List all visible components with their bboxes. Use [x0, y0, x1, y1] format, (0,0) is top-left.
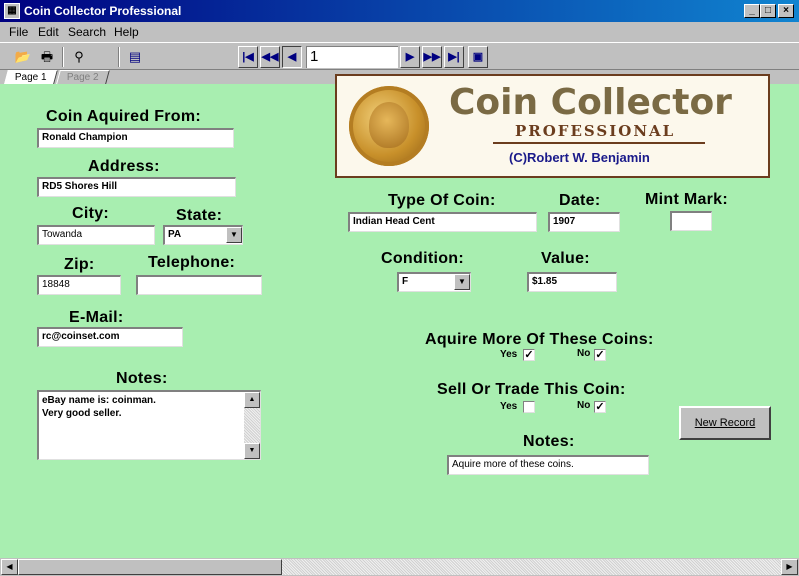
- print-icon[interactable]: 🖶: [36, 46, 58, 68]
- toolbar-separator: [62, 47, 64, 67]
- properties-icon[interactable]: ▣: [468, 46, 488, 68]
- chevron-down-icon[interactable]: ▼: [226, 227, 242, 243]
- type-of-coin-label: Type Of Coin:: [388, 192, 496, 209]
- sell-no-label: No: [577, 400, 591, 411]
- last-record-icon[interactable]: ▶|: [444, 46, 464, 68]
- value-field[interactable]: $1.85: [527, 272, 617, 292]
- tab-page-1-label: Page 1: [14, 72, 47, 83]
- scroll-up-icon[interactable]: ▲: [244, 392, 260, 408]
- city-field[interactable]: Towanda: [37, 225, 155, 245]
- notes-left-text: eBay name is: coinman. Very good seller.: [42, 394, 156, 420]
- close-button[interactable]: ×: [778, 4, 794, 18]
- notes-left-scrollbar[interactable]: ▲ ▼: [244, 392, 260, 459]
- scroll-thumb[interactable]: [18, 559, 282, 575]
- binoculars-icon[interactable]: ⚲: [68, 46, 90, 68]
- sell-no-checkbox[interactable]: ✓: [594, 401, 606, 413]
- condition-select-value: F: [402, 276, 409, 287]
- scroll-down-icon[interactable]: ▼: [244, 443, 260, 459]
- menu-edit[interactable]: Edit: [38, 25, 59, 39]
- title-bar: ▦ Coin Collector Professional _ □ ×: [0, 0, 799, 22]
- tab-page-2[interactable]: Page 2: [56, 70, 110, 84]
- toolbar: 📂 🖶 ⚲ ▤ |◀ ◀◀ ◀ 1 ▶ ▶▶ ▶| ▣: [0, 42, 799, 70]
- acquire-yes-label: Yes: [500, 349, 518, 360]
- logo-subtitle: PROFESSIONAL: [515, 122, 676, 140]
- scroll-left-icon[interactable]: ◀: [1, 559, 18, 575]
- scroll-right-icon[interactable]: ▶: [781, 559, 798, 575]
- date-field[interactable]: 1907: [548, 212, 620, 232]
- acquire-yes-checkbox[interactable]: ✓: [523, 349, 535, 361]
- calculator-icon[interactable]: ▤: [124, 46, 146, 68]
- logo-divider: [493, 142, 705, 144]
- notes-left-label: Notes:: [116, 370, 168, 387]
- state-select-value: PA: [168, 229, 182, 240]
- open-folder-icon[interactable]: 📂: [12, 46, 34, 68]
- value-label: Value:: [541, 250, 590, 267]
- acquire-more-label: Aquire More Of These Coins:: [425, 331, 654, 348]
- new-record-button[interactable]: New Record: [679, 406, 771, 440]
- minimize-button[interactable]: _: [744, 4, 760, 18]
- tab-page-1[interactable]: Page 1: [4, 70, 58, 84]
- notes-right-field[interactable]: Aquire more of these coins.: [447, 455, 649, 475]
- condition-label: Condition:: [381, 250, 464, 267]
- mint-mark-field[interactable]: [670, 211, 712, 231]
- sell-yes-label: Yes: [500, 401, 518, 412]
- email-label: E-Mail:: [69, 309, 124, 326]
- sell-trade-label: Sell Or Trade This Coin:: [437, 381, 626, 398]
- acquired-from-label: Coin Aquired From:: [46, 108, 202, 125]
- logo-copyright: (C)Robert W. Benjamin: [509, 150, 650, 165]
- record-number-input[interactable]: 1: [306, 46, 398, 68]
- acquire-no-label: No: [577, 348, 591, 359]
- notes-left-textarea[interactable]: eBay name is: coinman. Very good seller.…: [37, 390, 261, 460]
- app-icon[interactable]: ▦: [4, 3, 20, 19]
- email-field[interactable]: rc@coinset.com: [37, 327, 183, 347]
- tab-page-2-label: Page 2: [66, 72, 99, 83]
- previous-page-icon[interactable]: ◀◀: [260, 46, 280, 68]
- menu-bar: File Edit Search Help: [0, 22, 799, 42]
- window-title: Coin Collector Professional: [24, 4, 182, 18]
- acquire-no-checkbox[interactable]: ✓: [594, 349, 606, 361]
- next-page-icon[interactable]: ▶▶: [422, 46, 442, 68]
- coin-logo-icon: [349, 86, 429, 166]
- address-label: Address:: [88, 158, 160, 175]
- menu-help[interactable]: Help: [114, 25, 139, 39]
- notes-right-label: Notes:: [523, 433, 575, 450]
- maximize-button[interactable]: □: [760, 4, 776, 18]
- next-record-icon[interactable]: ▶: [400, 46, 420, 68]
- condition-select[interactable]: F ▼: [397, 272, 471, 292]
- zip-field[interactable]: 18848: [37, 275, 121, 295]
- zip-label: Zip:: [64, 256, 95, 273]
- telephone-label: Telephone:: [148, 254, 236, 271]
- logo-banner: Coin Collector PROFESSIONAL (C)Robert W.…: [335, 74, 770, 178]
- notes-left-line-2: Very good seller.: [42, 408, 122, 419]
- mint-mark-label: Mint Mark:: [645, 191, 728, 208]
- horizontal-scrollbar[interactable]: ◀ ▶: [0, 558, 799, 576]
- chevron-down-icon[interactable]: ▼: [454, 274, 470, 290]
- logo-title: Coin Collector: [449, 82, 732, 123]
- acquired-from-field[interactable]: Ronald Champion: [37, 128, 234, 148]
- city-label: City:: [72, 205, 110, 222]
- telephone-field[interactable]: [136, 275, 262, 295]
- toolbar-separator: [118, 47, 120, 67]
- notes-left-line-1: eBay name is: coinman.: [42, 395, 156, 406]
- state-label: State:: [176, 207, 223, 224]
- menu-search[interactable]: Search: [68, 25, 106, 39]
- new-record-button-label: New Record: [694, 417, 756, 429]
- scroll-track[interactable]: [18, 559, 781, 575]
- previous-record-icon[interactable]: ◀: [282, 46, 302, 68]
- type-of-coin-field[interactable]: Indian Head Cent: [348, 212, 537, 232]
- date-label: Date:: [559, 192, 601, 209]
- sell-yes-checkbox[interactable]: [523, 401, 535, 413]
- state-select[interactable]: PA ▼: [163, 225, 243, 245]
- address-field[interactable]: RD5 Shores Hill: [37, 177, 236, 197]
- first-record-icon[interactable]: |◀: [238, 46, 258, 68]
- menu-file[interactable]: File: [9, 25, 28, 39]
